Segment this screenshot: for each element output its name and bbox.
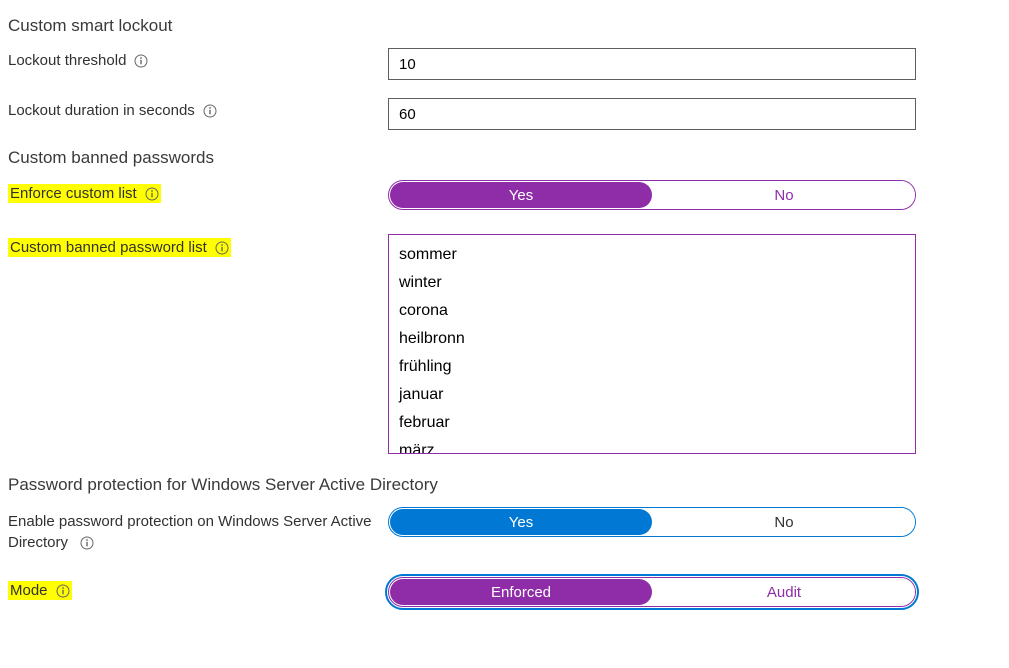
- section-header-windows-ad: Password protection for Windows Server A…: [8, 475, 1001, 495]
- label-text-mode: Mode: [10, 582, 48, 599]
- info-icon[interactable]: [203, 104, 217, 118]
- windows-ad-enable-yes[interactable]: Yes: [390, 509, 652, 535]
- lockout-duration-input[interactable]: [388, 98, 916, 130]
- label-text-lockout-threshold: Lockout threshold: [8, 52, 126, 69]
- mode-toggle-enforced[interactable]: Enforced: [390, 579, 652, 605]
- enforce-toggle-yes[interactable]: Yes: [390, 182, 652, 208]
- label-enable-windows-ad: Enable password protection on Windows Se…: [8, 507, 388, 553]
- section-header-smart-lockout: Custom smart lockout: [8, 16, 1001, 36]
- highlight-enforce-label: Enforce custom list: [8, 184, 161, 203]
- windows-ad-enable-no[interactable]: No: [653, 508, 915, 536]
- row-mode: Mode Enforced Audit: [8, 577, 1001, 607]
- row-enable-windows-ad: Enable password protection on Windows Se…: [8, 507, 1001, 553]
- enforce-toggle[interactable]: Yes No: [388, 180, 916, 210]
- label-mode: Mode: [8, 577, 388, 600]
- enforce-toggle-no[interactable]: No: [653, 181, 915, 209]
- label-lockout-duration: Lockout duration in seconds: [8, 98, 388, 119]
- info-icon[interactable]: [56, 584, 70, 598]
- row-banned-password-list: Custom banned password list: [8, 234, 1001, 457]
- label-banned-password-list: Custom banned password list: [8, 234, 388, 257]
- info-icon[interactable]: [80, 536, 94, 550]
- info-icon[interactable]: [215, 241, 229, 255]
- label-text-enforce-custom-list: Enforce custom list: [10, 185, 137, 202]
- row-lockout-threshold: Lockout threshold: [8, 48, 1001, 80]
- mode-toggle-audit[interactable]: Audit: [653, 578, 915, 606]
- label-lockout-threshold: Lockout threshold: [8, 48, 388, 69]
- mode-toggle[interactable]: Enforced Audit: [388, 577, 916, 607]
- highlight-mode-label: Mode: [8, 581, 72, 600]
- row-lockout-duration: Lockout duration in seconds: [8, 98, 1001, 130]
- highlight-list-label: Custom banned password list: [8, 238, 231, 257]
- banned-password-list-textarea[interactable]: [388, 234, 916, 454]
- label-text-banned-password-list: Custom banned password list: [10, 239, 207, 256]
- section-header-banned-passwords: Custom banned passwords: [8, 148, 1001, 168]
- row-enforce-custom-list: Enforce custom list Yes No: [8, 180, 1001, 210]
- windows-ad-enable-toggle[interactable]: Yes No: [388, 507, 916, 537]
- label-enforce-custom-list: Enforce custom list: [8, 180, 388, 203]
- lockout-threshold-input[interactable]: [388, 48, 916, 80]
- info-icon[interactable]: [134, 54, 148, 68]
- info-icon[interactable]: [145, 187, 159, 201]
- label-text-enable-windows-ad: Enable password protection on Windows Se…: [8, 513, 372, 551]
- label-text-lockout-duration: Lockout duration in seconds: [8, 102, 195, 119]
